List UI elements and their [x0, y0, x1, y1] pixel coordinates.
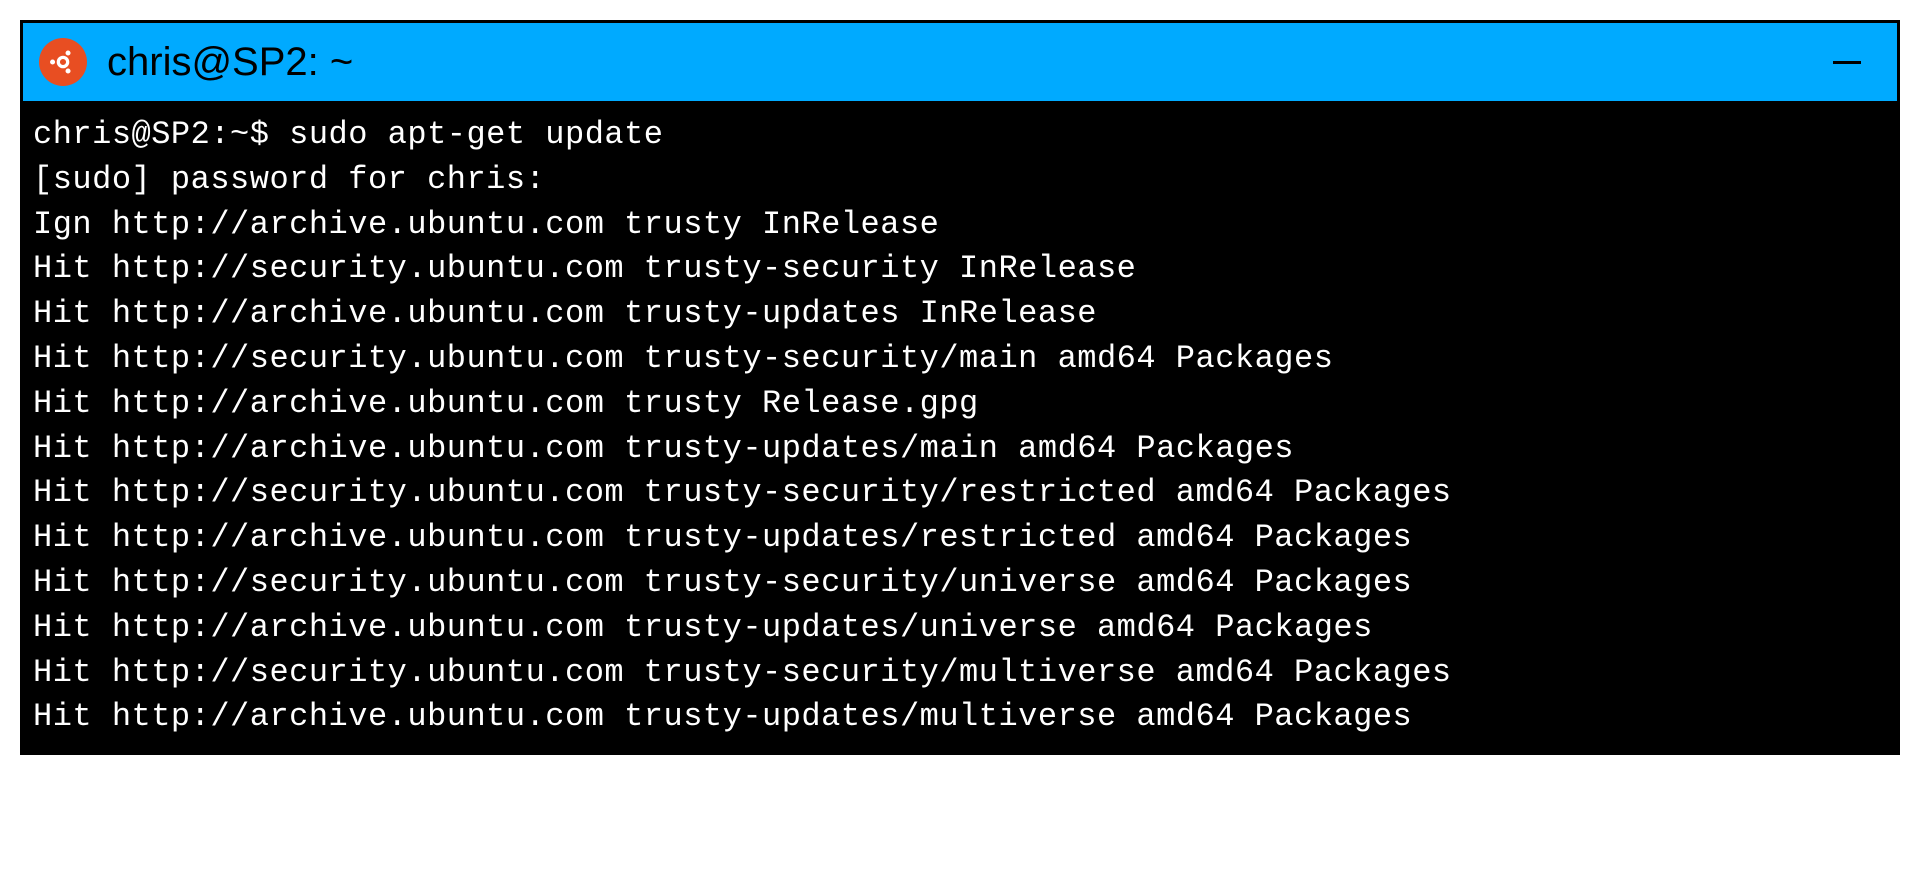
- prompt: chris@SP2:~$: [33, 116, 269, 153]
- minimize-button[interactable]: [1827, 42, 1867, 82]
- output-line: Hit http://security.ubuntu.com trusty-se…: [33, 471, 1887, 516]
- window-title: chris@SP2: ~: [107, 40, 353, 85]
- output-line: Ign http://archive.ubuntu.com trusty InR…: [33, 203, 1887, 248]
- output-line: Hit http://archive.ubuntu.com trusty-upd…: [33, 427, 1887, 472]
- command-text: sudo apt-get update: [289, 116, 663, 153]
- output-line: Hit http://security.ubuntu.com trusty-se…: [33, 561, 1887, 606]
- output-line: Hit http://security.ubuntu.com trusty-se…: [33, 651, 1887, 696]
- output-line: Hit http://archive.ubuntu.com trusty-upd…: [33, 606, 1887, 651]
- titlebar[interactable]: chris@SP2: ~: [23, 23, 1897, 101]
- ubuntu-icon: [39, 38, 87, 86]
- output-line: Hit http://archive.ubuntu.com trusty Rel…: [33, 382, 1887, 427]
- terminal-body[interactable]: chris@SP2:~$ sudo apt-get update [sudo] …: [23, 101, 1897, 752]
- minimize-icon: [1833, 61, 1861, 64]
- output-line: Hit http://archive.ubuntu.com trusty-upd…: [33, 292, 1887, 337]
- output-line: Hit http://archive.ubuntu.com trusty-upd…: [33, 695, 1887, 740]
- output-line: Hit http://security.ubuntu.com trusty-se…: [33, 337, 1887, 382]
- output-line: Hit http://archive.ubuntu.com trusty-upd…: [33, 516, 1887, 561]
- terminal-window: chris@SP2: ~ chris@SP2:~$ sudo apt-get u…: [20, 20, 1900, 755]
- output-line: Hit http://security.ubuntu.com trusty-se…: [33, 247, 1887, 292]
- command-line: chris@SP2:~$ sudo apt-get update: [33, 113, 1887, 158]
- output-line: [sudo] password for chris:: [33, 158, 1887, 203]
